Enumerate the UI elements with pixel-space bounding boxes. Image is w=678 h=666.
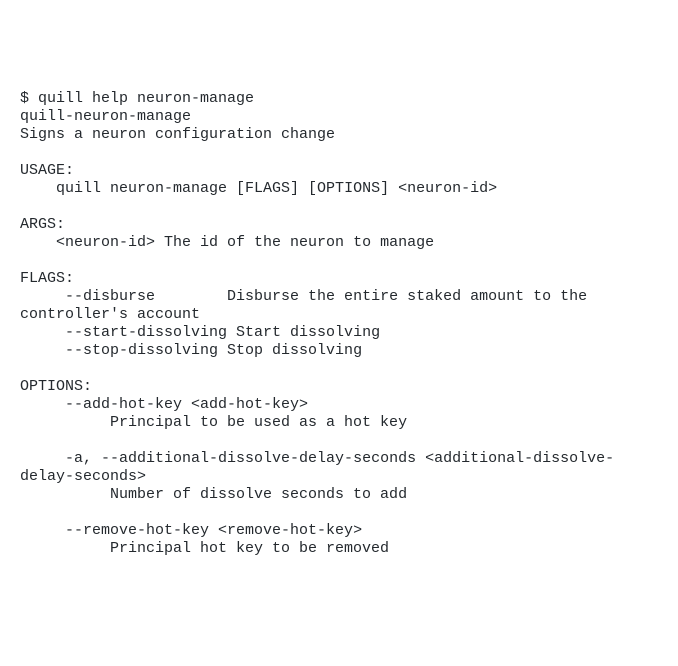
args-header: ARGS:: [20, 216, 65, 233]
option-add-hot-key-desc: Principal to be used as a hot key: [20, 414, 407, 431]
usage-header: USAGE:: [20, 162, 74, 179]
options-header: OPTIONS:: [20, 378, 92, 395]
option-remove-hot-key-desc: Principal hot key to be removed: [20, 540, 389, 557]
usage-line: quill neuron-manage [FLAGS] [OPTIONS] <n…: [20, 180, 497, 197]
option-additional-dissolve-delay-desc: Number of dissolve seconds to add: [20, 486, 407, 503]
terminal-output: $ quill help neuron-manage quill-neuron-…: [20, 90, 658, 558]
program-description: Signs a neuron configuration change: [20, 126, 335, 143]
option-remove-hot-key: --remove-hot-key <remove-hot-key>: [20, 522, 362, 539]
flag-disburse: --disburse Disburse the entire staked am…: [20, 288, 596, 323]
flag-stop-dissolving: --stop-dissolving Stop dissolving: [20, 342, 362, 359]
flags-header: FLAGS:: [20, 270, 74, 287]
flag-start-dissolving: --start-dissolving Start dissolving: [20, 324, 380, 341]
option-additional-dissolve-delay: -a, --additional-dissolve-delay-seconds …: [20, 450, 614, 485]
program-name: quill-neuron-manage: [20, 108, 191, 125]
option-add-hot-key: --add-hot-key <add-hot-key>: [20, 396, 308, 413]
command-line: $ quill help neuron-manage: [20, 90, 254, 107]
args-neuron-id: <neuron-id> The id of the neuron to mana…: [20, 234, 434, 251]
